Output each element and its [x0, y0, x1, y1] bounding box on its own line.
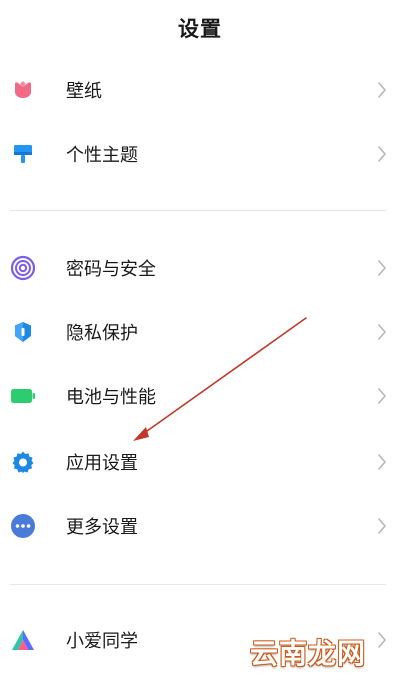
- section-divider: [10, 584, 386, 585]
- theme-brush-icon: [10, 141, 36, 167]
- settings-page: 设置 壁纸 个性主题 密码与安全 隐私保护 电池与性能 应用设置 更多设置 小爱…: [0, 0, 400, 680]
- chevron-right-icon: [378, 518, 386, 534]
- chevron-right-icon: [378, 324, 386, 340]
- settings-item-label: 小爱同学: [66, 631, 138, 652]
- xiaoai-assistant-icon: [10, 627, 36, 653]
- title-bar: 设置: [0, 0, 400, 56]
- battery-icon: [10, 383, 36, 409]
- chevron-right-icon: [378, 146, 386, 162]
- chevron-right-icon: [378, 632, 386, 648]
- wallpaper-icon: [10, 77, 36, 103]
- settings-item-label: 隐私保护: [66, 323, 138, 344]
- settings-item-label: 应用设置: [66, 453, 138, 474]
- settings-item-password-security[interactable]: 密码与安全: [0, 238, 400, 298]
- settings-item-battery-performance[interactable]: 电池与性能: [0, 366, 400, 426]
- chevron-right-icon: [378, 388, 386, 404]
- settings-item-theme[interactable]: 个性主题: [0, 124, 400, 184]
- chevron-right-icon: [378, 82, 386, 98]
- page-title: 设置: [178, 17, 222, 41]
- settings-item-label: 密码与安全: [66, 259, 156, 280]
- more-dots-icon: [10, 513, 36, 539]
- fingerprint-icon: [10, 255, 36, 281]
- privacy-shield-icon: [10, 319, 36, 345]
- settings-item-wallpaper[interactable]: 壁纸: [0, 60, 400, 120]
- chevron-right-icon: [378, 454, 386, 470]
- settings-item-privacy[interactable]: 隐私保护: [0, 302, 400, 362]
- settings-item-app-settings[interactable]: 应用设置: [0, 432, 400, 492]
- settings-item-label: 更多设置: [66, 517, 138, 538]
- settings-item-label: 电池与性能: [66, 387, 156, 408]
- settings-item-label: 个性主题: [66, 145, 138, 166]
- gear-icon: [10, 449, 36, 475]
- section-divider: [10, 210, 386, 211]
- settings-item-more-settings[interactable]: 更多设置: [0, 496, 400, 556]
- chevron-right-icon: [378, 260, 386, 276]
- watermark-text: 云南龙网: [249, 637, 366, 670]
- settings-item-label: 壁纸: [66, 81, 102, 102]
